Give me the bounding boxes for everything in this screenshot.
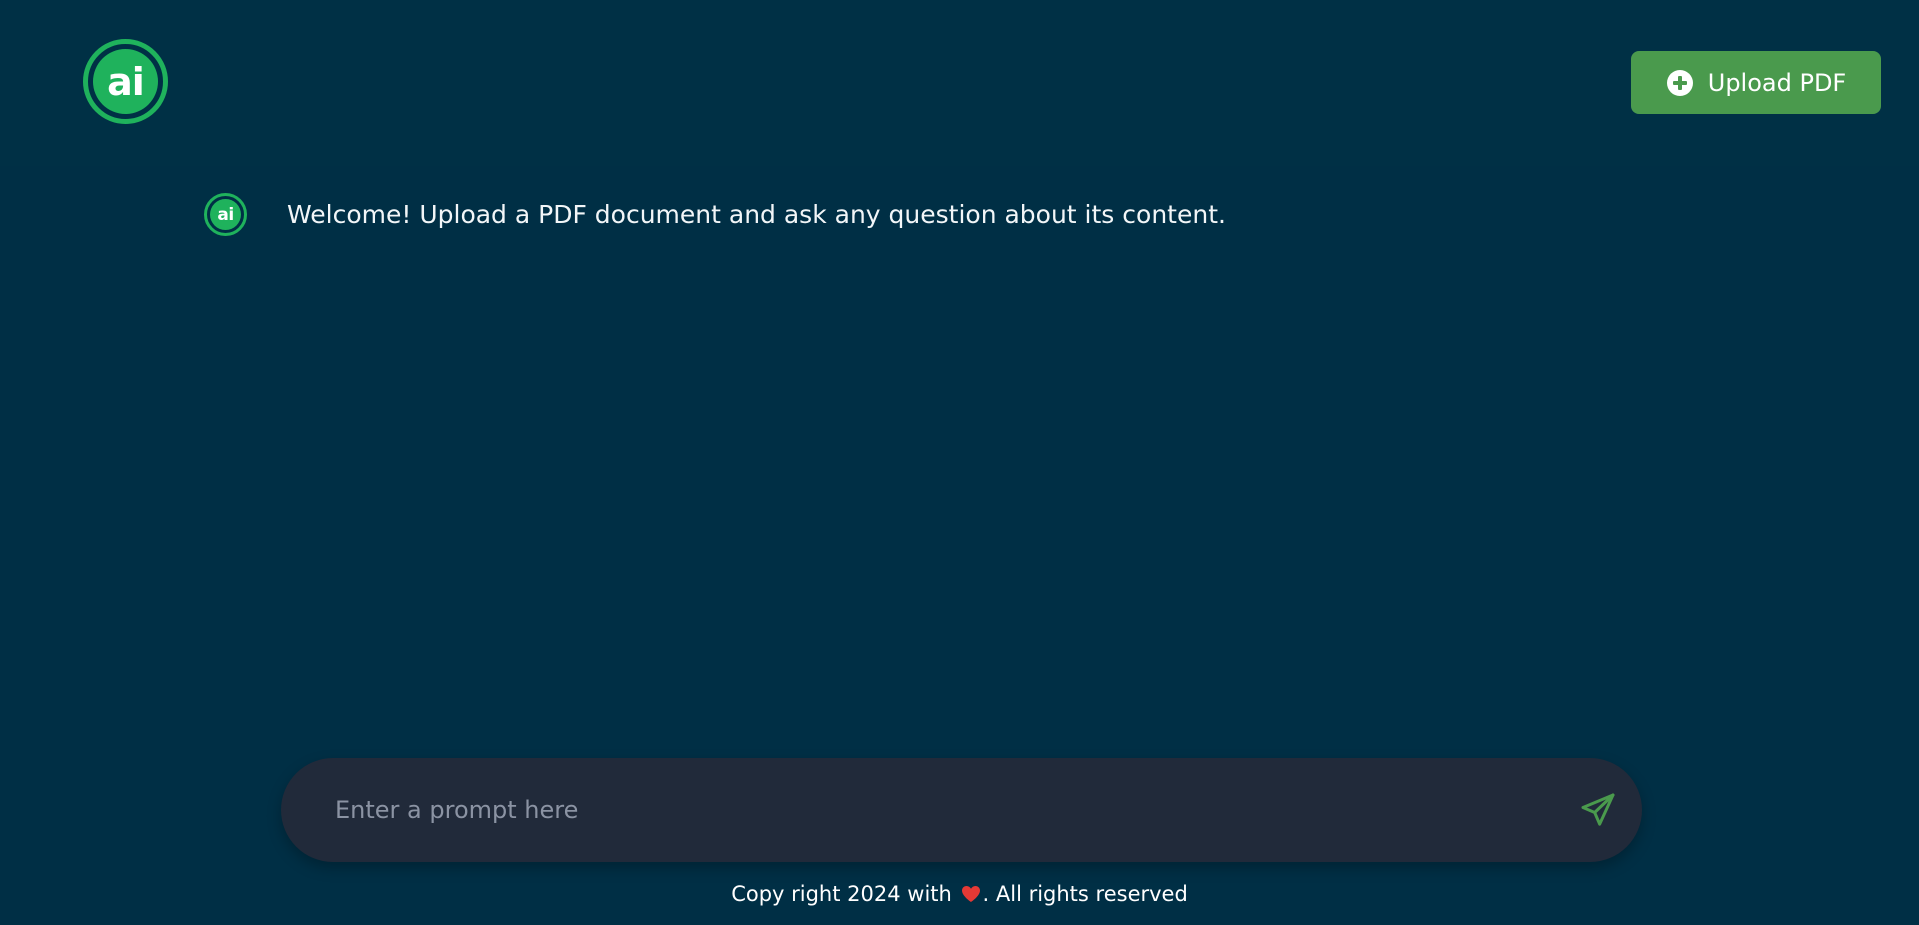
chat-message: ai Welcome! Upload a PDF document and as… — [204, 193, 1819, 236]
footer-text-before: Copy right 2024 with — [731, 882, 952, 906]
paper-plane-icon — [1581, 793, 1615, 826]
prompt-bar — [281, 758, 1642, 862]
send-button[interactable] — [1573, 785, 1623, 835]
upload-pdf-label: Upload PDF — [1707, 68, 1847, 97]
logo-text: ai — [93, 49, 158, 114]
heart-icon — [961, 886, 980, 902]
upload-pdf-button[interactable]: Upload PDF — [1631, 51, 1881, 114]
footer: Copy right 2024 with . All rights reserv… — [0, 882, 1919, 906]
header: ai Upload PDF — [0, 0, 1919, 166]
avatar-text: ai — [210, 199, 241, 230]
footer-text-after: . All rights reserved — [982, 882, 1188, 906]
logo[interactable]: ai — [83, 39, 168, 124]
bot-avatar: ai — [204, 193, 247, 236]
plus-circle-icon — [1666, 69, 1693, 96]
message-text: Welcome! Upload a PDF document and ask a… — [287, 200, 1226, 229]
prompt-input[interactable] — [335, 758, 1515, 862]
app-root: ai Upload PDF ai Welcome! Upload a PDF d… — [0, 0, 1919, 925]
